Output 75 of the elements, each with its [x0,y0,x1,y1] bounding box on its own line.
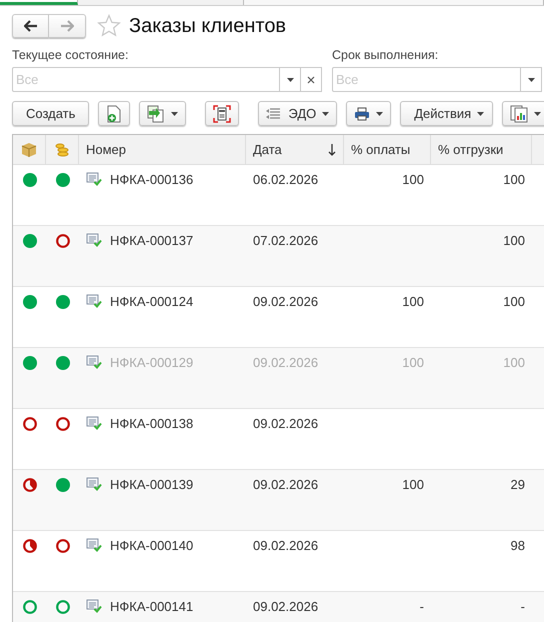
coins-icon [54,142,70,158]
back-arrow-icon [24,20,38,32]
document-check-icon [86,538,102,552]
column-header[interactable]: % оплаты [344,135,431,164]
table-cell: 07.02.2026 [253,233,318,248]
table-cell: - [520,599,525,614]
sort-arrow-icon [328,144,336,156]
table-cell: 98 [510,538,525,553]
document-check-icon [86,294,102,308]
close-icon [307,76,315,84]
table-cell: 100 [503,233,525,248]
table-cell: 09.02.2026 [253,477,318,492]
tab[interactable] [0,0,78,5]
forward-arrow-icon [60,20,74,32]
dropdown-button[interactable] [280,67,301,92]
document-check-icon [86,233,102,247]
order-number[interactable]: НФКА-000137 [110,233,194,248]
document-check-icon [86,355,102,369]
caret-icon [171,112,178,116]
document-check-icon [86,599,102,613]
table-cell: 09.02.2026 [253,355,318,370]
table-cell: 09.02.2026 [253,538,318,553]
table-cell: 100 [503,172,525,187]
filter-label: Текущее состояние: [12,48,130,62]
document-check-icon [86,416,102,430]
table-cell: 09.02.2026 [253,294,318,309]
document-check-icon [86,172,102,186]
table-cell: 100 [402,172,424,187]
scan-button[interactable] [205,101,240,126]
scanner-icon [213,104,232,122]
table-cell: 100 [402,477,424,492]
column-header[interactable]: Дата [246,135,344,164]
order-number[interactable]: НФКА-000124 [110,294,194,309]
window-title: Заказы клиентов [129,14,286,38]
caret-icon [322,112,330,116]
column-header[interactable]: % отгрузки [431,135,532,164]
table-cell: 100 [402,294,424,309]
order-number[interactable]: НФКА-000136 [110,172,194,187]
caret-icon [528,78,534,82]
back-button[interactable] [12,14,49,38]
create-based-on-button[interactable] [139,101,186,126]
printer-icon [354,106,370,120]
order-number[interactable]: НФКА-000141 [110,599,194,614]
order-number[interactable]: НФКА-000139 [110,477,194,492]
order-number[interactable]: НФКА-000138 [110,416,194,431]
table-cell: 100 [503,294,525,309]
create-button[interactable]: Создать [12,101,90,126]
caret-icon [477,112,484,116]
table-cell: 100 [503,355,525,370]
table-cell: 29 [510,477,525,492]
reports-button[interactable] [502,101,544,126]
document-check-icon [86,477,102,491]
add-document-button[interactable] [98,101,130,126]
caret-icon [286,78,294,82]
report-chart-icon [510,104,528,122]
clear-button[interactable] [301,67,322,92]
star-icon[interactable] [97,14,121,38]
actions-button[interactable]: Действия [400,101,494,126]
table-cell: 06.02.2026 [253,172,318,187]
print-button[interactable] [346,101,392,126]
exchange-icon [266,106,282,120]
edo-button[interactable]: ЭДО [258,101,338,126]
table-cell: 100 [402,355,424,370]
table-cell: 09.02.2026 [253,416,318,431]
table-cell: - [420,599,424,614]
box-icon [21,142,37,158]
caret-icon [534,112,542,116]
add-document-icon [106,104,122,122]
filter-label: Срок выполнения: [332,48,440,62]
order-number[interactable]: НФКА-000140 [110,538,194,553]
caret-icon [376,112,384,116]
documents-icon [147,104,166,122]
column-header[interactable]: Номер [79,135,246,164]
dropdown-button[interactable] [521,67,542,92]
table-cell: 09.02.2026 [253,599,318,614]
